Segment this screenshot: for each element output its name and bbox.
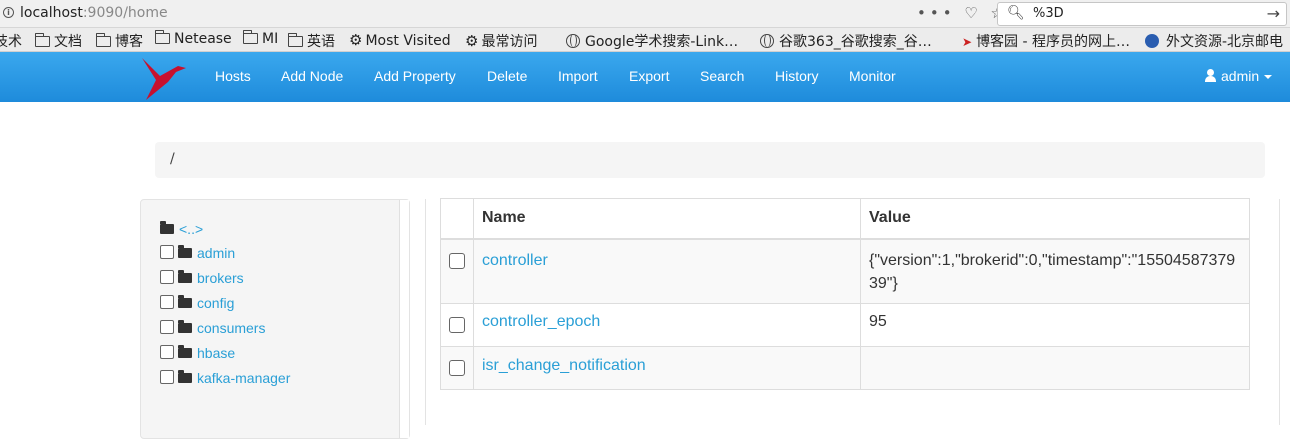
bookmark-most-visited[interactable]: ⚙ Most Visited xyxy=(349,31,451,49)
tree-item-brokers[interactable]: brokers xyxy=(160,270,244,286)
checkbox[interactable] xyxy=(160,295,174,309)
bird-logo-icon[interactable] xyxy=(138,52,188,102)
folder-icon xyxy=(178,270,192,283)
checkbox[interactable] xyxy=(160,345,174,359)
folder-icon xyxy=(287,33,303,47)
property-table: Name Value controller {"version":1,"brok… xyxy=(440,198,1250,390)
search-query: %3D xyxy=(1033,6,1064,21)
value-column-header: Value xyxy=(860,198,1250,240)
row-checkbox[interactable] xyxy=(449,316,465,333)
bookmark-link[interactable]: ➤ 博客园 - 程序员的网上… xyxy=(962,31,1130,51)
nav-history[interactable]: History xyxy=(775,68,819,84)
table-row: isr_change_notification xyxy=(440,345,1250,390)
nav-delete[interactable]: Delete xyxy=(487,68,527,84)
tree-item-admin[interactable]: admin xyxy=(160,245,235,261)
property-name-link[interactable]: controller_epoch xyxy=(482,313,600,330)
row-checkbox[interactable] xyxy=(449,252,465,269)
bird-icon: ➤ xyxy=(962,35,973,49)
folder-icon xyxy=(178,245,192,258)
tree-scrollbar[interactable] xyxy=(399,200,409,438)
nav-export[interactable]: Export xyxy=(629,68,669,84)
caret-down-icon xyxy=(1264,75,1273,79)
search-icon: 🔍︎ xyxy=(1007,5,1025,21)
tree-item-config[interactable]: config xyxy=(160,295,234,311)
globe-icon xyxy=(566,34,580,48)
bookmark-link[interactable]: 谷歌363_谷歌搜索_谷… xyxy=(760,31,932,51)
bookmark-link[interactable]: Google学术搜索-Link… xyxy=(566,31,738,51)
nav-hosts[interactable]: Hosts xyxy=(215,68,251,84)
folder-icon xyxy=(160,221,174,234)
folder-icon xyxy=(178,345,192,358)
bookmark-folder[interactable]: 英语 xyxy=(287,31,335,51)
user-name: admin xyxy=(1221,68,1260,84)
app-navbar: Hosts Add Node Add Property Delete Impor… xyxy=(0,52,1290,102)
bookmark-folder[interactable]: 文档 xyxy=(34,31,82,51)
bookmark-folder[interactable]: MI xyxy=(242,30,278,47)
checkbox[interactable] xyxy=(160,245,174,259)
folder-icon xyxy=(34,33,50,47)
url-path: :9090/home xyxy=(82,5,168,21)
folder-icon xyxy=(154,30,170,44)
address-field[interactable]: localhost:9090/home xyxy=(20,5,168,21)
user-icon xyxy=(1205,69,1216,82)
breadcrumb-path[interactable]: / xyxy=(170,151,175,167)
property-name-link[interactable]: controller xyxy=(482,252,548,269)
checkbox[interactable] xyxy=(160,270,174,284)
url-host: localhost xyxy=(20,5,83,21)
tree-parent-link[interactable]: <..> xyxy=(160,221,203,237)
nav-add-property[interactable]: Add Property xyxy=(374,68,456,84)
nav-monitor[interactable]: Monitor xyxy=(849,68,896,84)
checkbox[interactable] xyxy=(160,370,174,384)
globe-icon xyxy=(760,34,774,48)
table-header-row: Name Value xyxy=(440,198,1250,240)
property-table-panel: Name Value controller {"version":1,"brok… xyxy=(425,198,1280,425)
tree-item-hbase[interactable]: hbase xyxy=(160,345,235,361)
nav-add-node[interactable]: Add Node xyxy=(281,68,343,84)
bookmark-folder[interactable]: 博客 xyxy=(95,31,143,51)
folder-icon xyxy=(178,320,192,333)
arrow-right-icon[interactable]: → xyxy=(1267,4,1280,23)
user-menu[interactable]: admin xyxy=(1205,68,1273,84)
nav-import[interactable]: Import xyxy=(558,68,598,84)
breadcrumb: / xyxy=(155,142,1265,178)
nav-search[interactable]: Search xyxy=(700,68,744,84)
browser-url-bar: i localhost:9090/home ••• ♡ ☆ 🔍︎ %3D → xyxy=(0,0,1290,28)
bookmarks-bar: 技术 文档 博客 Netease MI 英语 ⚙Most Visited ⚙最常… xyxy=(0,28,1290,52)
page-actions-icons[interactable]: ••• ♡ ☆ xyxy=(917,4,1008,22)
gear-icon: ⚙ xyxy=(465,32,479,50)
folder-icon xyxy=(178,370,192,383)
property-name-link[interactable]: isr_change_notification xyxy=(482,357,646,374)
name-column-header: Name xyxy=(473,198,861,240)
tree-item-consumers[interactable]: consumers xyxy=(160,320,265,336)
folder-icon xyxy=(95,33,111,47)
property-value: {"version":1,"brokerid":0,"timestamp":"1… xyxy=(869,251,1236,292)
table-row: controller_epoch 95 xyxy=(440,302,1250,347)
table-row: controller {"version":1,"brokerid":0,"ti… xyxy=(440,238,1250,304)
node-tree-panel: <..> admin brokers config consumers hbas… xyxy=(140,199,410,439)
checkbox[interactable] xyxy=(160,320,174,334)
info-icon[interactable]: i xyxy=(3,7,14,18)
tree-item-kafka-manager[interactable]: kafka-manager xyxy=(160,370,290,386)
select-column-header xyxy=(440,198,474,240)
bookmark-folder[interactable]: Netease xyxy=(154,30,232,47)
bookmark-link[interactable]: 外文资源-北京邮电 xyxy=(1145,31,1283,51)
bookmark-item[interactable]: 技术 xyxy=(0,31,22,51)
gear-icon: ⚙ xyxy=(349,31,363,49)
property-value: 95 xyxy=(869,312,887,330)
row-checkbox[interactable] xyxy=(449,359,465,376)
folder-icon xyxy=(178,295,192,308)
folder-icon xyxy=(242,30,258,44)
blue-circle-icon xyxy=(1145,34,1159,48)
bookmark-most-visited-cn[interactable]: ⚙ 最常访问 xyxy=(465,31,537,51)
browser-search-box[interactable]: 🔍︎ %3D → xyxy=(997,2,1287,26)
